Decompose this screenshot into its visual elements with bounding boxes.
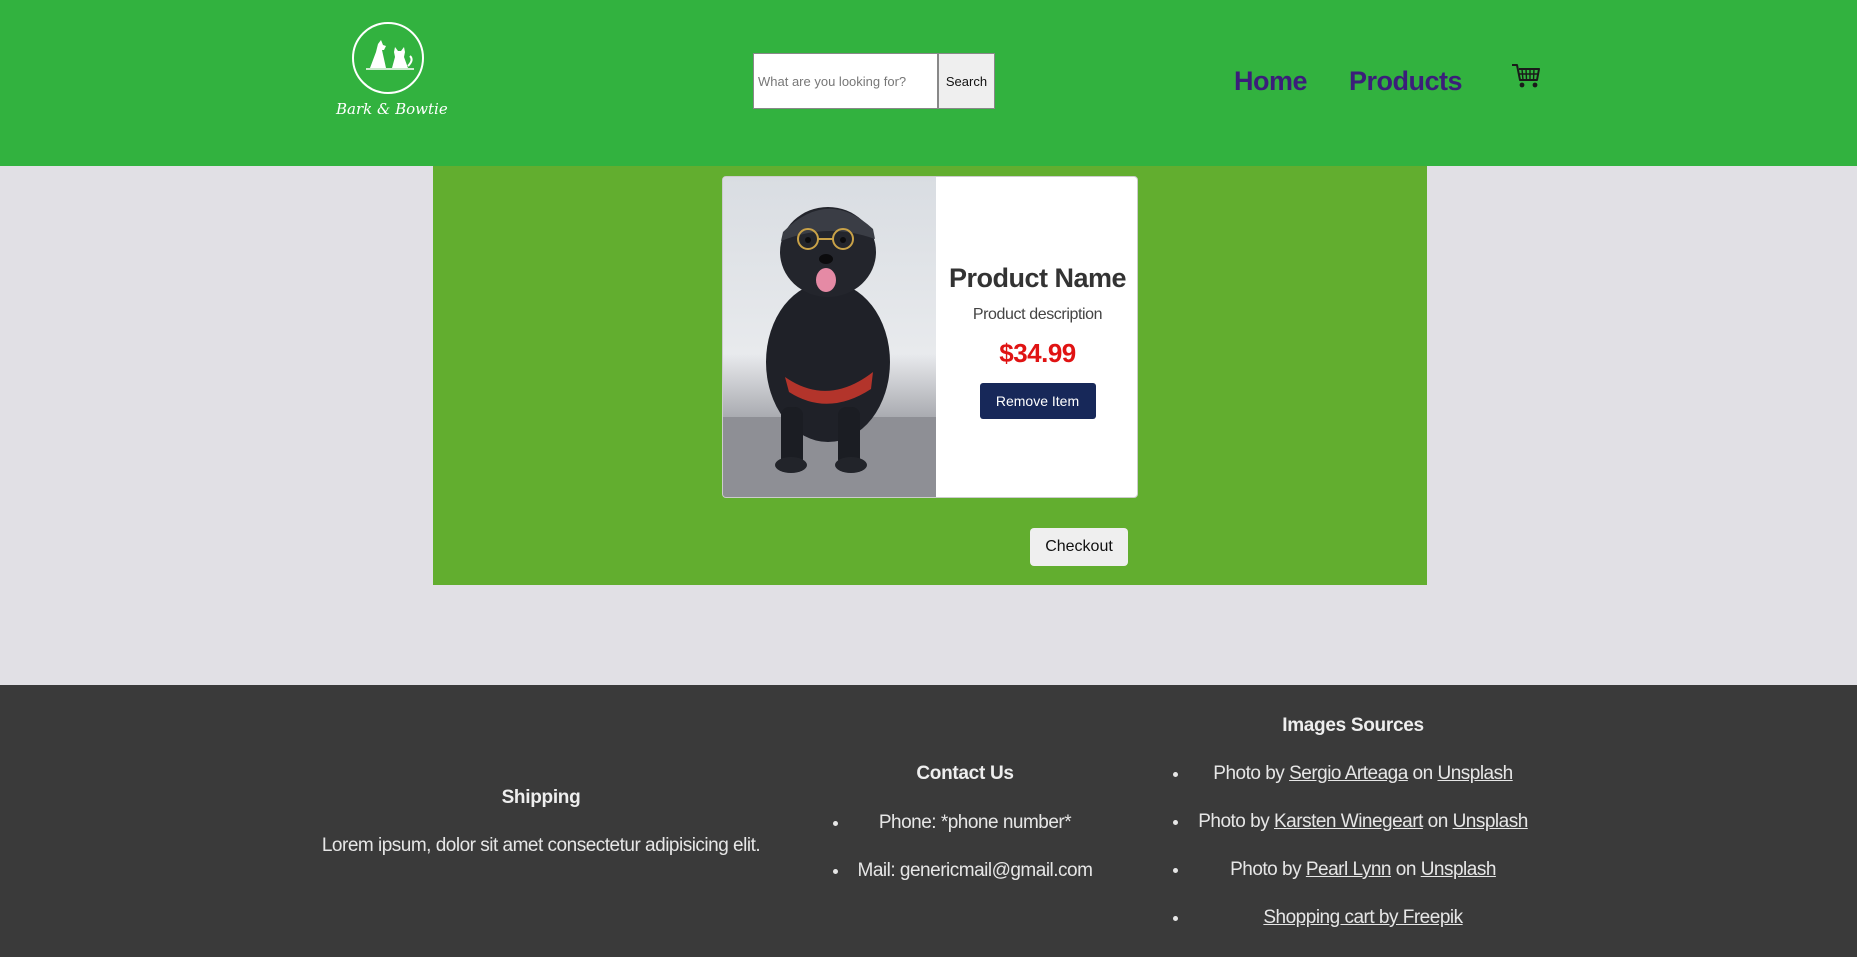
contact-mail: Mail: genericmail@gmail.com [850, 859, 1100, 883]
footer-contact: Contact Us Phone: *phone number* Mail: g… [830, 763, 1100, 907]
author-link[interactable]: Sergio Arteaga [1289, 763, 1408, 784]
credit-prefix: Photo by [1198, 811, 1274, 832]
search-input[interactable] [753, 53, 938, 109]
cart-section: Product Name Product description $34.99 … [433, 166, 1427, 585]
product-price: $34.99 [999, 338, 1076, 368]
list-item: Shopping cart by Freepik [1190, 906, 1536, 930]
nav-products-link[interactable]: Products [1349, 66, 1463, 97]
credit-prefix: Photo by [1230, 859, 1306, 880]
shopping-cart-icon[interactable] [1511, 62, 1541, 90]
nav-home-link[interactable]: Home [1234, 66, 1308, 97]
list-item: Photo by Pearl Lynn on Unsplash [1190, 858, 1536, 882]
author-link[interactable]: Karsten Winegeart [1274, 811, 1423, 832]
shipping-text: Lorem ipsum, dolor sit amet consectetur … [321, 835, 761, 856]
image-credits-list: Photo by Sergio Arteaga on Unsplash Phot… [1170, 762, 1536, 930]
site-footer: Shipping Lorem ipsum, dolor sit amet con… [0, 685, 1857, 957]
site-header: Bark & Bowtie Search Home Products [0, 0, 1857, 166]
credit-mid: on [1391, 859, 1421, 880]
site-link[interactable]: Unsplash [1453, 811, 1529, 832]
contact-phone: Phone: *phone number* [850, 811, 1100, 835]
product-name: Product Name [948, 263, 1127, 293]
logo[interactable]: Bark & Bowtie [336, 22, 448, 118]
credit-prefix: Photo by [1213, 763, 1290, 784]
site-link[interactable]: Unsplash [1437, 763, 1513, 784]
logo-text: Bark & Bowtie [336, 100, 448, 118]
list-item: Photo by Karsten Winegeart on Unsplash [1190, 810, 1536, 834]
image-sources-title: Images Sources [1282, 715, 1424, 736]
list-item: Photo by Sergio Arteaga on Unsplash [1190, 762, 1536, 786]
checkout-button[interactable]: Checkout [1030, 528, 1128, 566]
site-link[interactable]: Unsplash [1421, 859, 1497, 880]
product-description: Product description [972, 306, 1103, 323]
author-link[interactable]: Pearl Lynn [1306, 859, 1392, 880]
footer-image-sources: Images Sources Photo by Sergio Arteaga o… [1170, 715, 1536, 954]
contact-list: Phone: *phone number* Mail: genericmail@… [830, 811, 1100, 883]
pets-logo-icon [352, 22, 424, 94]
shipping-title: Shipping [501, 787, 581, 808]
cart-item-card: Product Name Product description $34.99 … [722, 176, 1138, 498]
credit-mid: on [1422, 811, 1453, 832]
contact-title: Contact Us [916, 763, 1014, 784]
freepik-link[interactable]: Shopping cart by Freepik [1263, 907, 1463, 928]
product-info: Product Name Product description $34.99 … [936, 177, 1137, 497]
product-image [723, 177, 936, 497]
footer-shipping: Shipping Lorem ipsum, dolor sit amet con… [317, 787, 765, 857]
credit-mid: on [1407, 763, 1438, 784]
remove-item-button[interactable]: Remove Item [979, 383, 1096, 419]
search-button[interactable]: Search [938, 53, 995, 109]
